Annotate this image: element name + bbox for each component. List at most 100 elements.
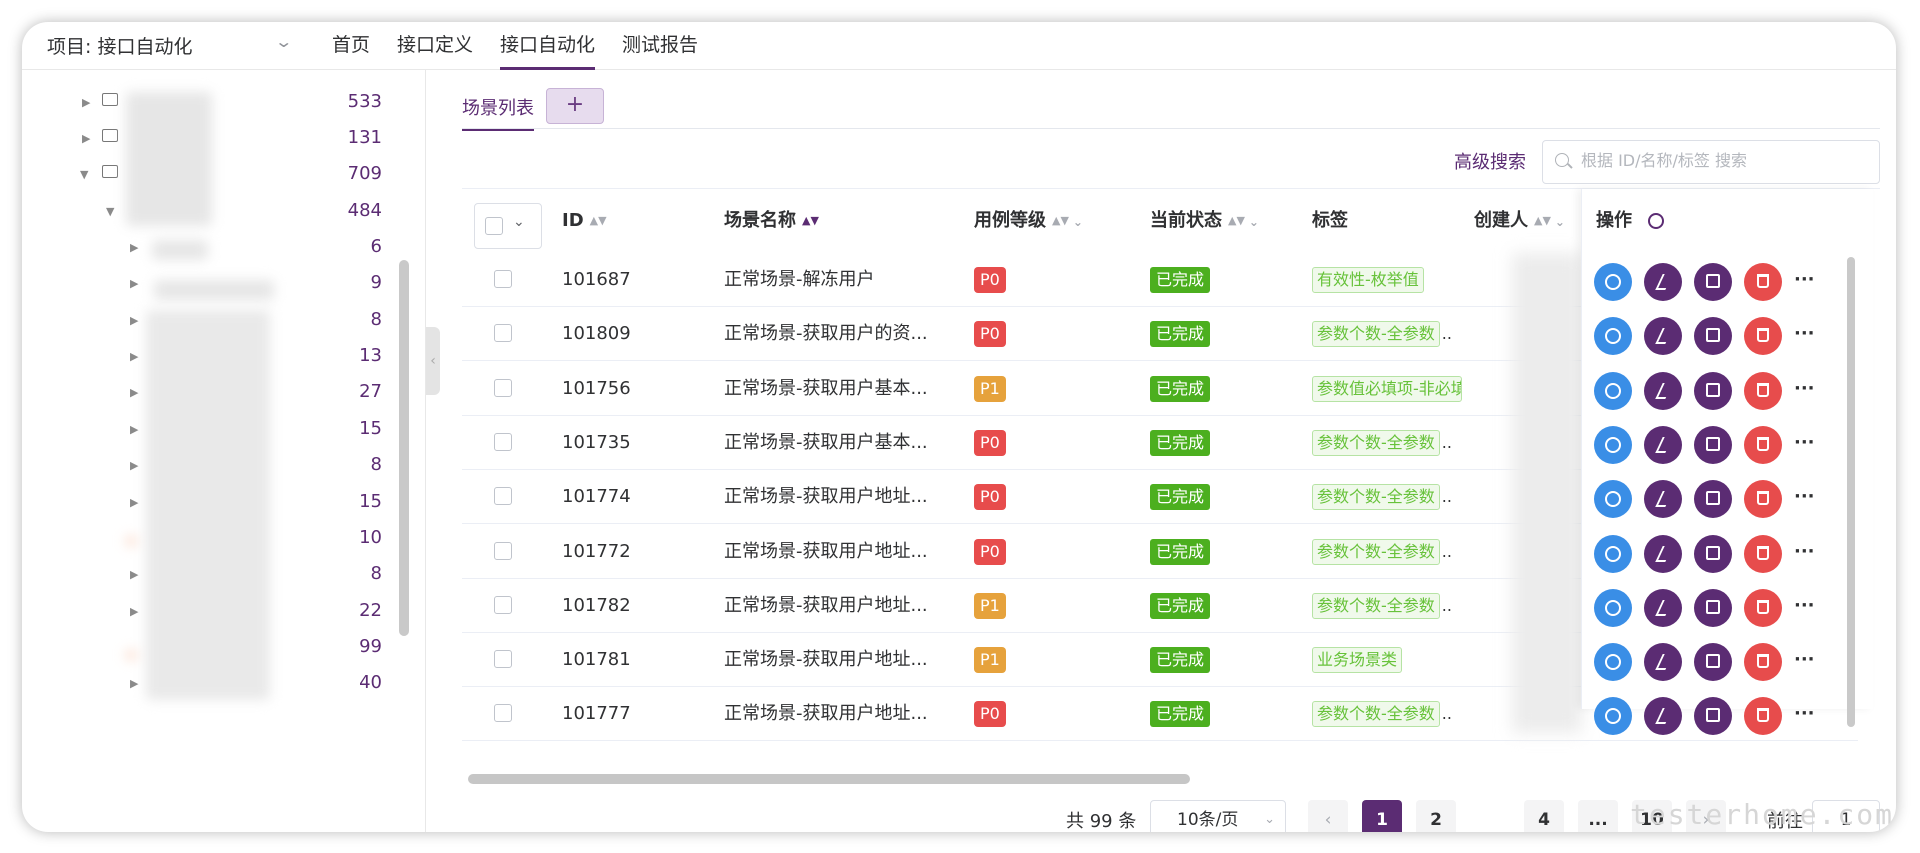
run-button[interactable] bbox=[1594, 588, 1632, 627]
more-options-button[interactable]: ··· bbox=[1794, 703, 1815, 724]
column-header-name[interactable]: 场景名称 ▲▼ bbox=[724, 189, 819, 253]
chevron-down-icon[interactable]: ⌄ bbox=[513, 214, 525, 230]
cell-scene-name[interactable]: 正常场景-获取用户地址... bbox=[724, 470, 954, 524]
delete-button[interactable] bbox=[1744, 263, 1782, 301]
more-options-button[interactable]: ··· bbox=[1794, 595, 1815, 616]
edit-button[interactable] bbox=[1644, 371, 1682, 410]
advanced-search-link[interactable]: 高级搜索 bbox=[1454, 148, 1526, 174]
more-options-button[interactable]: ··· bbox=[1794, 378, 1815, 399]
search-input[interactable] bbox=[1581, 151, 1871, 170]
sort-icon[interactable]: ▲▼ bbox=[590, 214, 607, 227]
caret-right-icon[interactable]: ▶ bbox=[130, 677, 138, 690]
edit-button[interactable] bbox=[1644, 263, 1682, 301]
edit-button[interactable] bbox=[1644, 588, 1682, 627]
cell-scene-name[interactable]: 正常场景-获取用户基本... bbox=[724, 362, 954, 416]
copy-button[interactable] bbox=[1694, 371, 1732, 410]
more-options-button[interactable]: ··· bbox=[1794, 323, 1815, 344]
delete-button[interactable] bbox=[1744, 371, 1782, 410]
row-checkbox[interactable] bbox=[494, 487, 512, 506]
caret-right-icon[interactable]: ▶ bbox=[82, 96, 90, 109]
edit-button[interactable] bbox=[1644, 317, 1682, 356]
collapse-sidebar-handle[interactable]: ‹ bbox=[426, 327, 440, 395]
copy-button[interactable] bbox=[1694, 263, 1732, 301]
caret-right-icon[interactable]: ▶ bbox=[130, 277, 138, 290]
delete-button[interactable] bbox=[1744, 317, 1782, 356]
cell-scene-name[interactable]: 正常场景-获取用户的资... bbox=[724, 307, 954, 361]
gear-icon[interactable] bbox=[1648, 213, 1664, 229]
caret-right-icon[interactable]: ▶ bbox=[130, 423, 138, 436]
caret-down-icon[interactable]: ▼ bbox=[106, 205, 114, 218]
cell-scene-name[interactable]: 正常场景-获取用户地址... bbox=[724, 579, 954, 633]
edit-button[interactable] bbox=[1644, 534, 1682, 573]
caret-right-icon[interactable]: ▶ bbox=[130, 350, 138, 363]
page-button[interactable]: 2 bbox=[1416, 800, 1456, 832]
chevron-down-icon[interactable]: ⌄ bbox=[274, 32, 293, 51]
run-button[interactable] bbox=[1594, 697, 1632, 736]
more-options-button[interactable]: ··· bbox=[1794, 486, 1815, 507]
column-header-level[interactable]: 用例等级 ▲▼ ⌄ bbox=[974, 189, 1083, 253]
row-checkbox[interactable] bbox=[494, 704, 512, 723]
run-button[interactable] bbox=[1594, 371, 1632, 410]
add-tab-button[interactable]: + bbox=[546, 88, 604, 124]
edit-button[interactable] bbox=[1644, 480, 1682, 519]
row-checkbox[interactable] bbox=[494, 378, 512, 397]
edit-button[interactable] bbox=[1644, 643, 1682, 682]
row-checkbox[interactable] bbox=[494, 595, 512, 614]
caret-right-icon[interactable]: ▶ bbox=[130, 605, 138, 618]
row-checkbox[interactable] bbox=[494, 432, 512, 451]
search-box[interactable] bbox=[1542, 140, 1880, 184]
run-button[interactable] bbox=[1594, 317, 1632, 356]
column-header-status[interactable]: 当前状态 ▲▼ ⌄ bbox=[1150, 189, 1259, 253]
sort-icon[interactable]: ▲▼ bbox=[1052, 214, 1069, 227]
caret-right-icon[interactable]: ▶ bbox=[82, 132, 90, 145]
delete-button[interactable] bbox=[1744, 480, 1782, 519]
column-header-id[interactable]: ID ▲▼ bbox=[562, 189, 607, 253]
select-all-checkbox[interactable] bbox=[485, 217, 503, 235]
row-checkbox[interactable] bbox=[494, 270, 512, 288]
copy-button[interactable] bbox=[1694, 643, 1732, 682]
cell-scene-name[interactable]: 正常场景-获取用户基本... bbox=[724, 416, 954, 470]
nav-home[interactable]: 首页 bbox=[332, 30, 370, 70]
filter-chevron-icon[interactable]: ⌄ bbox=[1555, 215, 1565, 229]
page-ellipsis-button[interactable]: ... bbox=[1578, 800, 1618, 832]
run-button[interactable] bbox=[1594, 263, 1632, 301]
delete-button[interactable] bbox=[1744, 425, 1782, 464]
page-size-select[interactable]: 10条/页 ⌄ bbox=[1150, 800, 1286, 832]
nav-api-automation[interactable]: 接口自动化 bbox=[500, 30, 596, 70]
nav-test-report[interactable]: 测试报告 bbox=[622, 30, 698, 70]
row-checkbox[interactable] bbox=[494, 650, 512, 669]
caret-down-icon[interactable]: ▼ bbox=[80, 168, 88, 181]
filter-chevron-icon[interactable]: ⌄ bbox=[1249, 215, 1259, 229]
sort-icon[interactable]: ▲▼ bbox=[1534, 214, 1551, 227]
project-selector[interactable]: 项目: 接口自动化 bbox=[47, 32, 192, 59]
filter-chevron-icon[interactable]: ⌄ bbox=[1073, 215, 1083, 229]
prev-page-button[interactable]: ‹ bbox=[1308, 800, 1348, 832]
caret-right-icon[interactable]: ▶ bbox=[130, 568, 138, 581]
copy-button[interactable] bbox=[1694, 697, 1732, 736]
more-options-button[interactable]: ··· bbox=[1794, 649, 1815, 670]
more-options-button[interactable]: ··· bbox=[1794, 269, 1815, 290]
more-options-button[interactable]: ··· bbox=[1794, 541, 1815, 562]
delete-button[interactable] bbox=[1744, 643, 1782, 682]
copy-button[interactable] bbox=[1694, 317, 1732, 356]
caret-right-icon[interactable]: ▶ bbox=[130, 314, 138, 327]
vertical-scrollbar[interactable] bbox=[1847, 257, 1855, 727]
cell-scene-name[interactable]: 正常场景-获取用户地址... bbox=[724, 525, 954, 579]
horizontal-scrollbar[interactable] bbox=[468, 774, 1190, 784]
run-button[interactable] bbox=[1594, 425, 1632, 464]
sort-icon[interactable]: ▲▼ bbox=[1228, 214, 1245, 227]
edit-button[interactable] bbox=[1644, 425, 1682, 464]
cell-scene-name[interactable]: 正常场景-获取用户地址... bbox=[724, 633, 954, 687]
edit-button[interactable] bbox=[1644, 697, 1682, 736]
row-checkbox[interactable] bbox=[494, 324, 512, 343]
copy-button[interactable] bbox=[1694, 588, 1732, 627]
copy-button[interactable] bbox=[1694, 534, 1732, 573]
run-button[interactable] bbox=[1594, 480, 1632, 519]
copy-button[interactable] bbox=[1694, 425, 1732, 464]
cell-scene-name[interactable]: 正常场景-解冻用户 bbox=[724, 253, 954, 307]
caret-right-icon[interactable]: ▶ bbox=[130, 496, 138, 509]
sort-icon[interactable]: ▲▼ bbox=[802, 214, 819, 227]
caret-right-icon[interactable]: ▶ bbox=[130, 386, 138, 399]
delete-button[interactable] bbox=[1744, 697, 1782, 736]
select-all-dropdown[interactable]: ⌄ bbox=[474, 203, 542, 249]
